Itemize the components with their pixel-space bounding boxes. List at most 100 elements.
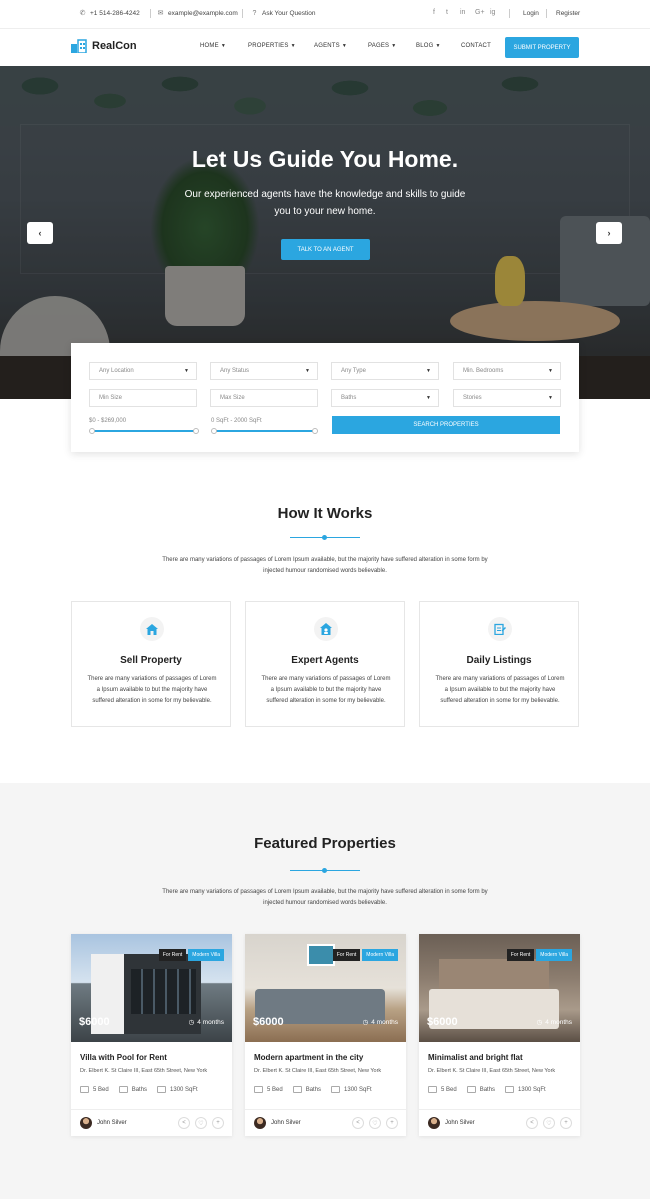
price-range-max-handle[interactable] (193, 428, 199, 434)
property-footer: John Silver < ♡ + (71, 1109, 232, 1136)
area-text: 1300 SqFt (170, 1086, 198, 1093)
chevron-right-icon: › (607, 228, 611, 238)
caret-down-icon: ▼ (435, 43, 441, 49)
beds-text: 5 Bed (267, 1086, 283, 1093)
how-it-works-title: How It Works (277, 505, 373, 522)
question-link[interactable]: ? Ask Your Question (251, 10, 316, 17)
agent-name: John Silver (97, 1120, 127, 1126)
avatar (428, 1117, 440, 1129)
question-text: Ask Your Question (262, 10, 316, 17)
how-it-works-desc: There are many variations of passages of… (162, 557, 488, 574)
picture-frame-shape (307, 944, 335, 966)
google-plus-icon[interactable]: G+ (475, 9, 485, 16)
divider-dot (322, 535, 327, 540)
property-title[interactable]: Modern apartment in the city (254, 1053, 363, 1062)
card-text: There are many variations of passages of… (261, 676, 391, 704)
price-range-label: $0 - $269,000 (89, 418, 127, 424)
share-icon[interactable]: < (178, 1117, 190, 1129)
sqft-range-max-handle[interactable] (312, 428, 318, 434)
email-contact[interactable]: ✉ example@example.com (157, 10, 238, 17)
bath-icon (292, 1086, 302, 1093)
select-value: Min. Bedrooms (463, 368, 504, 374)
login-link[interactable]: Login (523, 10, 539, 17)
submit-property-button[interactable]: SUBMIT PROPERTY (505, 37, 579, 58)
input-placeholder: Max Size (220, 395, 245, 401)
section-divider (290, 868, 360, 873)
property-features: 5 Bed Baths 1300 SqFt (428, 1086, 546, 1093)
property-card[interactable]: For Rent Modern Villa $6000 ◷ 4 months Vi… (71, 934, 232, 1136)
min-size-input[interactable]: Min Size (89, 389, 197, 407)
property-footer: John Silver < ♡ + (245, 1109, 406, 1136)
instagram-icon[interactable]: ig (490, 9, 495, 16)
heart-icon[interactable]: ♡ (195, 1117, 207, 1129)
nav-label: PROPERTIES (248, 43, 289, 49)
bed-icon (254, 1086, 263, 1093)
heart-icon[interactable]: ♡ (369, 1117, 381, 1129)
question-icon: ? (252, 10, 257, 17)
agent-info[interactable]: John Silver (80, 1117, 127, 1129)
stories-select[interactable]: Stories ▼ (453, 389, 561, 407)
register-link[interactable]: Register (556, 10, 580, 17)
price-range-min-handle[interactable] (89, 428, 95, 434)
location-select[interactable]: Any Location ▼ (89, 362, 197, 380)
headboard-shape (439, 959, 549, 991)
status-select[interactable]: Any Status ▼ (210, 362, 318, 380)
select-value: Any Location (99, 368, 134, 374)
feature-card-listings: Daily Listings There are many variations… (419, 601, 579, 727)
icon-circle (314, 617, 338, 641)
linkedin-icon[interactable]: in (460, 9, 465, 16)
property-image[interactable]: For Rent Modern Villa $6000 ◷ 4 months (245, 934, 406, 1042)
nav-item-properties[interactable]: PROPERTIES ▼ (248, 43, 296, 49)
property-title[interactable]: Minimalist and bright flat (428, 1053, 523, 1062)
bedrooms-select[interactable]: Min. Bedrooms ▼ (453, 362, 561, 380)
clock-icon: ◷ (188, 1019, 195, 1026)
talk-to-agent-button[interactable]: TALK TO AN AGENT (281, 239, 370, 260)
nav-item-contact[interactable]: CONTACT (461, 43, 491, 49)
nav-item-blog[interactable]: BLOG ▼ (416, 43, 441, 49)
plus-icon[interactable]: + (212, 1117, 224, 1129)
property-price: $6000 (253, 1016, 284, 1028)
logo[interactable]: RealCon (70, 39, 137, 53)
property-card[interactable]: For Rent Modern Villa $6000 ◷ 4 months Mo… (245, 934, 406, 1136)
sqft-range-min-handle[interactable] (211, 428, 217, 434)
agent-info[interactable]: John Silver (254, 1117, 301, 1129)
prev-slide-button[interactable]: ‹ (27, 222, 53, 244)
nav-item-home[interactable]: HOME ▼ (200, 43, 226, 49)
beds-feature: 5 Bed (254, 1086, 283, 1093)
search-properties-button[interactable]: SEARCH PROPERTIES (332, 416, 560, 434)
icon-circle (488, 617, 512, 641)
area-icon (157, 1086, 167, 1093)
card-title: Daily Listings (466, 655, 532, 666)
facebook-icon[interactable]: f (433, 9, 435, 16)
type-select[interactable]: Any Type ▼ (331, 362, 439, 380)
plus-icon[interactable]: + (386, 1117, 398, 1129)
input-placeholder: Min Size (99, 395, 123, 401)
nav-item-agents[interactable]: AGENTS ▼ (314, 43, 347, 49)
share-icon[interactable]: < (352, 1117, 364, 1129)
sqft-range-label: 0 SqFt - 2000 SqFt (211, 418, 262, 424)
twitter-icon[interactable]: t (446, 9, 448, 16)
bath-icon (466, 1086, 476, 1093)
nav-item-pages[interactable]: PAGES ▼ (368, 43, 396, 49)
area-icon (505, 1086, 515, 1093)
baths-select[interactable]: Baths ▼ (331, 389, 439, 407)
type-badge: Modern Villa (536, 949, 572, 961)
building-logo-icon (71, 39, 87, 53)
window-shape (131, 969, 196, 1014)
plus-icon[interactable]: + (560, 1117, 572, 1129)
phone-contact[interactable]: ✆ +1 514-286-4242 (79, 10, 140, 17)
heart-icon[interactable]: ♡ (543, 1117, 555, 1129)
status-badge: For Rent (332, 949, 361, 961)
property-card[interactable]: For Rent Modern Villa $6000 ◷ 4 months Mi… (419, 934, 580, 1136)
agent-info[interactable]: John Silver (428, 1117, 475, 1129)
share-icon[interactable]: < (526, 1117, 538, 1129)
property-image[interactable]: For Rent Modern Villa $6000 ◷ 4 months (71, 934, 232, 1042)
property-title[interactable]: Villa with Pool for Rent (80, 1053, 167, 1062)
duration-text: 4 months (197, 1018, 224, 1026)
next-slide-button[interactable]: › (596, 222, 622, 244)
area-text: 1300 SqFt (344, 1086, 372, 1093)
max-size-input[interactable]: Max Size (210, 389, 318, 407)
property-image[interactable]: For Rent Modern Villa $6000 ◷ 4 months (419, 934, 580, 1042)
property-actions: < ♡ + (352, 1117, 398, 1129)
baths-feature: Baths (466, 1086, 495, 1093)
